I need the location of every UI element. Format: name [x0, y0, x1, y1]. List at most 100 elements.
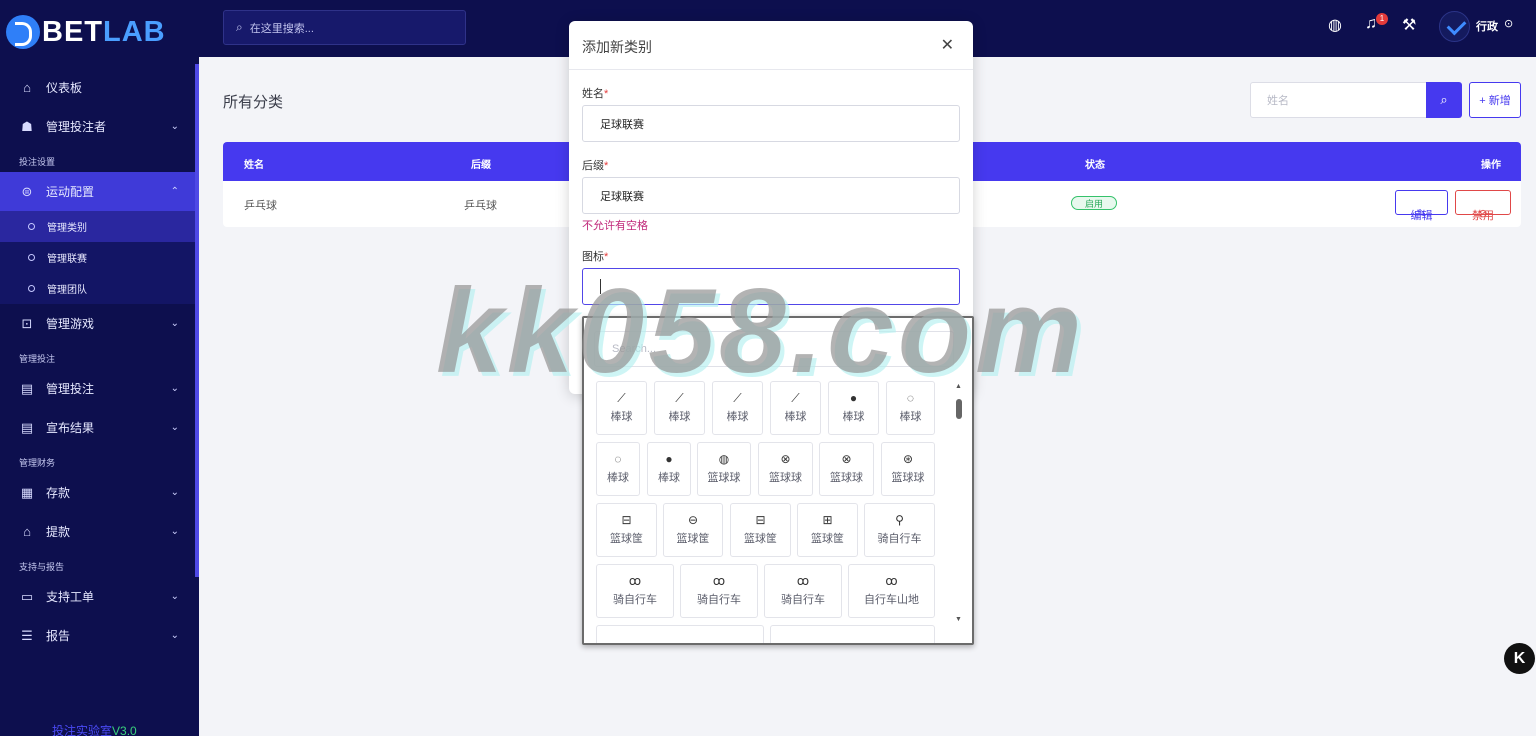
- required-mark: *: [604, 160, 609, 172]
- icon-option[interactable]: ⟋ 棒球: [596, 381, 647, 435]
- sidebar-item-sports-config[interactable]: ⊜ 运动配置 ⌃: [0, 172, 199, 211]
- sidebar-item-withdraw[interactable]: ⌂ 提款 ⌄: [0, 512, 199, 551]
- icon-label: 图标*: [582, 248, 608, 264]
- icon-option[interactable]: ● 棒球: [647, 442, 691, 496]
- sidebar-item-bets[interactable]: ▤ 管理投注 ⌄: [0, 369, 199, 408]
- section-heading: 支持与报告: [19, 562, 65, 572]
- chevron-down-icon: ⌄: [170, 422, 179, 433]
- sidebar-item-tickets[interactable]: ▭ 支持工单 ⌄: [0, 577, 199, 616]
- icon-option[interactable]: ꝏ 骑自行车: [596, 564, 674, 618]
- icon-option[interactable]: ⊞ 篮球筐: [797, 503, 858, 557]
- name-field[interactable]: 足球联赛: [582, 105, 960, 142]
- avatar[interactable]: [1439, 11, 1470, 42]
- icon-option[interactable]: [596, 625, 764, 643]
- icon-option[interactable]: ⊛ 篮球球: [881, 442, 935, 496]
- gear-icon: ⊜: [21, 183, 33, 199]
- logo-mark-icon: [6, 15, 40, 49]
- user-name[interactable]: 行政: [1476, 18, 1498, 34]
- scroll-thumb[interactable]: [956, 399, 962, 419]
- suffix-error: 不允许有空格: [582, 220, 648, 232]
- icon-option[interactable]: [770, 625, 935, 643]
- sidebar-subitem-label: 管理类别: [47, 223, 87, 234]
- icon-option[interactable]: ◍ 篮球球: [697, 442, 751, 496]
- basketball-hoop-icon: ⊟: [755, 513, 766, 527]
- sidebar-item-reports[interactable]: ☰ 报告 ⌄: [0, 616, 199, 655]
- floating-action-button[interactable]: K: [1504, 643, 1535, 674]
- icon-option-label: 棒球: [726, 411, 749, 423]
- icon-option[interactable]: ⟋ 棒球: [770, 381, 821, 435]
- sidebar-item-results[interactable]: ▤ 宣布结果 ⌄: [0, 408, 199, 447]
- add-new-button[interactable]: + 新增: [1469, 82, 1521, 118]
- baseball-bat-icon: ⟋: [617, 391, 626, 405]
- sidebar-subitem-categories[interactable]: 管理类别: [0, 211, 199, 242]
- clipboard-icon: ▤: [20, 380, 34, 396]
- globe-icon[interactable]: ◍: [1328, 15, 1342, 35]
- icon-field[interactable]: [582, 268, 960, 305]
- icon-option-label: 棒球: [784, 411, 807, 423]
- icon-option[interactable]: ꝏ 骑自行车: [680, 564, 758, 618]
- sidebar-item-label: 运动配置: [46, 185, 95, 199]
- sidebar-item-bettors[interactable]: ☗ 管理投注者 ⌄: [0, 107, 199, 146]
- sidebar-item-deposit[interactable]: ▦ 存款 ⌄: [0, 473, 199, 512]
- icon-picker-scrollbar[interactable]: ▲ ▼: [955, 383, 963, 623]
- disable-button[interactable]: ⊘ 禁用: [1455, 190, 1511, 222]
- suffix-label-text: 后缀: [582, 160, 604, 172]
- brand-part1: BET: [42, 15, 103, 48]
- suffix-field[interactable]: 足球联赛: [582, 177, 960, 214]
- sidebar-subitem-leagues[interactable]: 管理联赛: [0, 242, 199, 273]
- icon-option-label: 骑自行车: [697, 594, 741, 606]
- baseball-bat-icon: ⟋: [733, 391, 742, 405]
- icon-option[interactable]: ◌ 棒球: [886, 381, 935, 435]
- header-actions: 操作: [1481, 160, 1501, 171]
- icon-option[interactable]: ⊗ 篮球球: [819, 442, 874, 496]
- icon-option[interactable]: ⊟ 篮球筐: [730, 503, 791, 557]
- home-icon: ⌂: [23, 80, 31, 95]
- deposit-icon: ▦: [20, 484, 34, 500]
- section-heading: 管理投注: [19, 354, 56, 364]
- sidebar-scrollbar[interactable]: [195, 64, 199, 577]
- search-icon: ⌕: [236, 20, 243, 34]
- sidebar-item-dashboard[interactable]: ⌂ 仪表板: [0, 68, 199, 107]
- page-title: 所有分类: [223, 94, 284, 111]
- name-search-input[interactable]: 姓名: [1250, 82, 1427, 118]
- version-number: V3.0: [112, 724, 137, 736]
- search-button[interactable]: ⌕: [1426, 82, 1462, 118]
- icon-option-label: 骑自行车: [877, 533, 922, 545]
- mountain-bike-icon: ꝏ: [885, 574, 898, 588]
- icon-option[interactable]: ⟋ 棒球: [654, 381, 705, 435]
- notification-badge: 1: [1376, 13, 1388, 25]
- scroll-down-arrow-icon[interactable]: ▼: [955, 616, 962, 623]
- icon-option-label: 棒球: [668, 411, 691, 423]
- sidebar-subitem-label: 管理联赛: [47, 254, 87, 265]
- icon-option-label: 棒球: [658, 472, 680, 484]
- name-label: 姓名*: [582, 85, 608, 101]
- icon-option[interactable]: ꝏ 自行车山地: [848, 564, 935, 618]
- cyclist-icon: ⚲: [895, 513, 904, 527]
- icon-option[interactable]: ⊟ 篮球筐: [596, 503, 657, 557]
- icon-option[interactable]: ● 棒球: [828, 381, 879, 435]
- scroll-up-arrow-icon[interactable]: ▲: [955, 383, 962, 390]
- circle-icon: [28, 223, 35, 230]
- icon-option[interactable]: ⚲ 骑自行车: [864, 503, 935, 557]
- text-caret: [600, 279, 601, 294]
- global-search-input[interactable]: ⌕ 在这里搜索...: [223, 10, 466, 45]
- icon-option[interactable]: ⊗ 篮球球: [758, 442, 813, 496]
- icon-option[interactable]: ⊖ 篮球筐: [663, 503, 723, 557]
- baseball-icon: ◌: [614, 452, 622, 466]
- sidebar-subitem-teams[interactable]: 管理团队: [0, 273, 199, 304]
- icon-option[interactable]: ꝏ 骑自行车: [764, 564, 842, 618]
- search-placeholder: 在这里搜索...: [249, 22, 314, 35]
- wrench-icon[interactable]: ⚒: [1402, 15, 1416, 35]
- edit-button[interactable]: ✎ 编辑: [1395, 190, 1448, 222]
- icon-option[interactable]: ⟋ 棒球: [712, 381, 763, 435]
- name-field-value: 足球联赛: [600, 118, 644, 131]
- icon-picker-search-input[interactable]: Search...: [594, 331, 954, 367]
- icon-picker-search-placeholder: Search...: [612, 343, 657, 355]
- chevron-down-circle-icon[interactable]: ⊙: [1504, 17, 1513, 30]
- close-icon[interactable]: ✕: [941, 35, 954, 55]
- icon-option[interactable]: ◌ 棒球: [596, 442, 640, 496]
- name-search-placeholder: 姓名: [1267, 95, 1289, 107]
- status-badge: 启用: [1071, 196, 1117, 210]
- sidebar-item-games[interactable]: ⊡ 管理游戏 ⌄: [0, 304, 199, 343]
- brand-logo[interactable]: BETLAB: [0, 0, 199, 64]
